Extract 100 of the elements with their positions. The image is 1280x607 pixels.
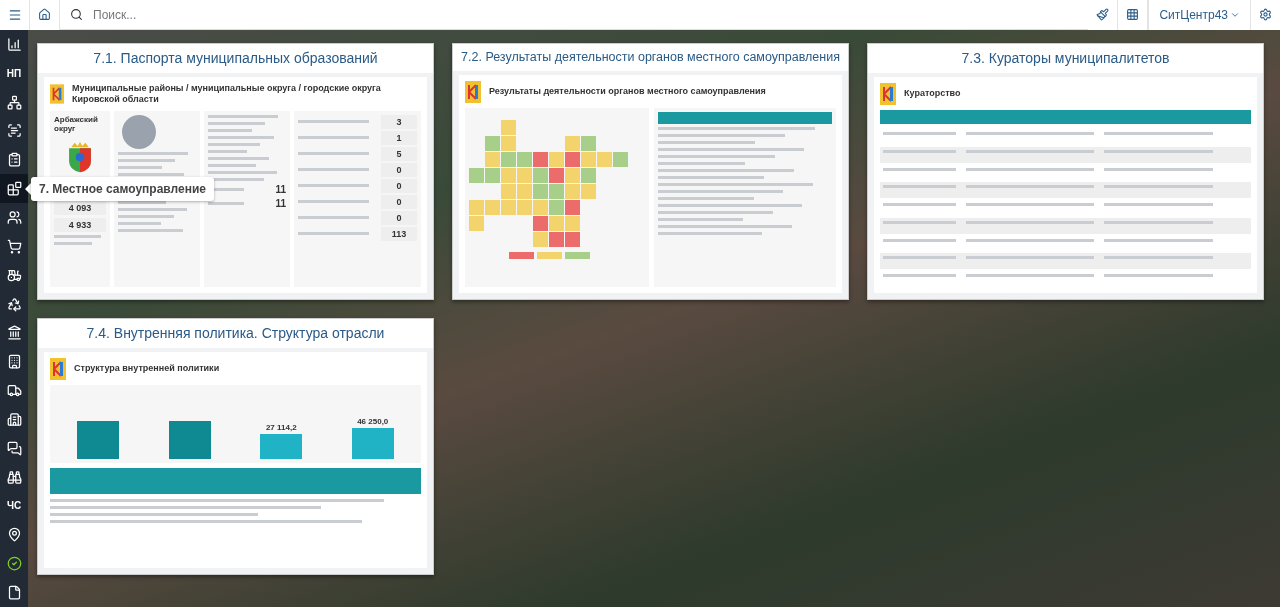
region-tile xyxy=(565,232,580,247)
region-tile xyxy=(549,232,564,247)
sidebar-item[interactable]: НП xyxy=(0,58,28,88)
region-tile xyxy=(533,232,548,247)
region-tile xyxy=(501,184,516,199)
settings-icon xyxy=(1259,8,1272,21)
brush-icon xyxy=(1096,8,1110,21)
bar-drawing xyxy=(77,421,120,459)
region-tile xyxy=(533,216,548,231)
region-tile xyxy=(501,120,516,135)
region-tile xyxy=(581,184,596,199)
network-icon xyxy=(6,94,22,110)
search-icon xyxy=(70,8,83,21)
avatar-placeholder xyxy=(122,114,156,149)
region-tile xyxy=(469,216,484,231)
region-tile xyxy=(613,152,628,167)
section-heading: Результаты деятельности органов местного самоуправления xyxy=(489,86,766,98)
truck-icon xyxy=(6,383,22,399)
region-tile xyxy=(533,184,548,199)
region-tile xyxy=(517,168,532,183)
region-tile xyxy=(581,168,596,183)
region-tile xyxy=(549,200,564,215)
recycle-icon xyxy=(6,296,22,312)
region-tile xyxy=(565,216,580,231)
region-tile xyxy=(485,136,500,151)
tractor-icon xyxy=(6,267,22,283)
region-tile xyxy=(485,168,500,183)
section-heading: Структура внутренней политики xyxy=(74,363,220,375)
check-circle-icon xyxy=(6,556,22,572)
dashboard-card[interactable]: 7.3. Кураторы муниципалитетов Кураторство xyxy=(867,43,1264,300)
grid-button[interactable] xyxy=(1118,0,1149,30)
region-tile xyxy=(517,152,532,167)
dashboard-card[interactable]: 7.4. Внутренняя политика. Структура отрасли Структура внутренней политики 27 114,2 46 250,0 xyxy=(37,318,434,575)
stat-value: 0 xyxy=(381,210,417,225)
region-tile xyxy=(533,152,548,167)
card-title: 7.2. Результаты деятельности органов местного самоуправления xyxy=(453,44,848,71)
stat-value: 0 xyxy=(381,178,417,193)
blocks-icon xyxy=(6,181,22,197)
region-tile xyxy=(501,136,516,151)
chat-icon xyxy=(6,440,22,456)
region-tile xyxy=(581,136,596,151)
card-title: 7.3. Кураторы муниципалитетов xyxy=(868,44,1263,73)
chart-icon xyxy=(6,36,22,52)
region-tile xyxy=(533,200,548,215)
cart-icon xyxy=(6,238,22,254)
emblem-icon xyxy=(50,358,66,380)
user-menu[interactable]: СитЦентр43 xyxy=(1148,0,1250,30)
menu-button[interactable] xyxy=(0,0,30,30)
people-icon xyxy=(6,210,22,225)
bar-value: 27 114,2 xyxy=(265,423,297,432)
deputies-count: 11 xyxy=(275,183,286,195)
region-tile xyxy=(597,152,612,167)
region-tile xyxy=(501,200,516,215)
list-icon xyxy=(6,152,22,168)
stat-value: 1 xyxy=(381,130,417,145)
region-tile xyxy=(549,184,564,199)
region-tile xyxy=(549,152,564,167)
dashboard-card[interactable]: 7.2. Результаты деятельности органов местного самоуправления Результаты деятельности органов местного самоуправления xyxy=(452,43,849,300)
district-name: Арбажский округ xyxy=(54,114,99,133)
bar-drawing xyxy=(260,434,303,459)
region-tile xyxy=(501,168,516,183)
region-tile xyxy=(565,184,580,199)
stat-value: 5 xyxy=(381,146,417,161)
stat-value: 0 xyxy=(381,194,417,209)
stat-value: 0 xyxy=(381,162,417,177)
region-tile xyxy=(469,200,484,215)
landmark-icon xyxy=(6,325,22,341)
card-title: 7.1. Паспорта муниципальных образований xyxy=(38,44,433,73)
home-icon xyxy=(38,8,51,21)
region-tile xyxy=(533,168,548,183)
region-tile xyxy=(565,152,580,167)
sidebar-item[interactable]: ЧС xyxy=(0,491,28,521)
settings-button[interactable] xyxy=(1250,0,1280,30)
region-tile xyxy=(549,168,564,183)
bar-drawing xyxy=(351,428,394,459)
legend-swatch xyxy=(565,252,590,259)
bar-value: 46 250,0 xyxy=(357,417,389,426)
legend-swatch xyxy=(509,252,534,259)
scan-icon xyxy=(6,123,22,139)
emblem-icon xyxy=(880,83,896,105)
region-tile xyxy=(469,168,484,183)
office-icon xyxy=(6,411,22,427)
region-tile xyxy=(581,152,596,167)
emblem-icon xyxy=(465,81,481,103)
file-icon xyxy=(6,584,22,600)
section-heading: Кураторство xyxy=(904,88,961,100)
region-tile xyxy=(485,200,500,215)
bar-drawing xyxy=(168,421,211,459)
region-tile xyxy=(565,200,580,215)
building-icon xyxy=(6,354,22,370)
region-tile xyxy=(485,152,500,167)
brush-button[interactable] xyxy=(1088,0,1119,30)
card-title: 7.4. Внутренняя политика. Структура отрасли xyxy=(38,319,433,348)
home-button[interactable] xyxy=(30,0,60,30)
region-tile xyxy=(565,136,580,151)
section-heading: Муниципальные районы / муниципальные округа / городские округа Кировской области xyxy=(72,83,382,106)
deputies-count: 11 xyxy=(275,197,286,209)
region-tile xyxy=(517,184,532,199)
region-tile xyxy=(517,200,532,215)
region-tile xyxy=(549,216,564,231)
